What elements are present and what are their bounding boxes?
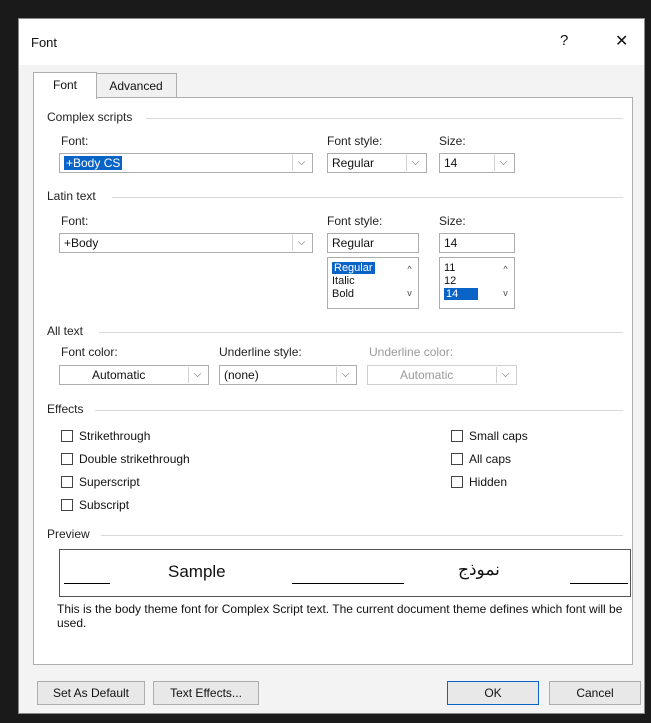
chevron-down-icon[interactable]: ⌵ bbox=[496, 367, 514, 383]
subscript-checkbox[interactable] bbox=[61, 499, 73, 511]
list-item[interactable]: Bold bbox=[330, 288, 356, 301]
preview-line bbox=[64, 583, 110, 584]
title-bar: Font ? ✕ bbox=[19, 19, 644, 65]
latin-style-label: Font style: bbox=[327, 214, 383, 228]
preview-box: Sample نموذج bbox=[59, 549, 631, 597]
complex-size-label: Size: bbox=[439, 134, 466, 148]
scroll-up-icon[interactable]: ^ bbox=[499, 264, 512, 274]
double-strikethrough-label[interactable]: Double strikethrough bbox=[79, 452, 190, 466]
latin-font-value: +Body bbox=[64, 236, 99, 250]
latin-size-input[interactable]: 14 bbox=[439, 233, 515, 253]
chevron-down-icon[interactable]: ⌵ bbox=[494, 155, 512, 171]
preview-sample-latin: Sample bbox=[168, 562, 226, 581]
latin-size-value: 14 bbox=[444, 236, 458, 250]
chevron-down-icon[interactable]: ⌵ bbox=[292, 155, 310, 171]
preview-line bbox=[570, 583, 628, 584]
list-item[interactable]: Italic bbox=[330, 275, 357, 288]
cancel-button[interactable]: Cancel bbox=[549, 681, 641, 705]
latin-size-label: Size: bbox=[439, 214, 466, 228]
group-divider bbox=[146, 118, 623, 119]
subscript-label[interactable]: Subscript bbox=[79, 498, 129, 512]
strikethrough-label[interactable]: Strikethrough bbox=[79, 429, 150, 443]
tab-advanced-label: Advanced bbox=[109, 79, 163, 93]
font-color-combo[interactable]: Automatic ⌵ bbox=[59, 365, 209, 385]
preview-description: This is the body theme font for Complex … bbox=[57, 602, 623, 630]
close-icon[interactable]: ✕ bbox=[615, 31, 628, 51]
latin-size-list[interactable]: 11 12 14 ^ v bbox=[439, 257, 515, 309]
group-divider bbox=[95, 410, 623, 411]
tab-font-label: Font bbox=[52, 78, 77, 92]
group-divider bbox=[99, 332, 623, 333]
set-as-default-button[interactable]: Set As Default bbox=[37, 681, 145, 705]
list-item[interactable]: Regular bbox=[330, 262, 377, 275]
complex-font-label: Font: bbox=[61, 134, 89, 148]
group-divider bbox=[101, 535, 623, 536]
underline-style-value: (none) bbox=[224, 368, 259, 382]
superscript-checkbox[interactable] bbox=[61, 476, 73, 488]
latin-style-value: Regular bbox=[332, 236, 375, 250]
text-effects-button[interactable]: Text Effects... bbox=[153, 681, 259, 705]
effects-heading: Effects bbox=[47, 402, 84, 416]
complex-size-value: 14 bbox=[444, 156, 458, 170]
list-item[interactable]: 12 bbox=[442, 275, 458, 288]
chevron-down-icon[interactable]: ⌵ bbox=[188, 367, 206, 383]
underline-style-label: Underline style: bbox=[219, 345, 302, 359]
small-caps-checkbox[interactable] bbox=[451, 430, 463, 442]
complex-size-combo[interactable]: 14 ⌵ bbox=[439, 153, 515, 173]
ok-button[interactable]: OK bbox=[447, 681, 539, 705]
hidden-checkbox[interactable] bbox=[451, 476, 463, 488]
preview-line bbox=[292, 583, 404, 584]
font-color-label: Font color: bbox=[61, 345, 118, 359]
complex-font-combo[interactable]: +Body CS ⌵ bbox=[59, 153, 313, 173]
preview-sample-arabic: نموذج bbox=[458, 560, 500, 580]
latin-font-label: Font: bbox=[61, 214, 89, 228]
double-strikethrough-checkbox[interactable] bbox=[61, 453, 73, 465]
font-dialog: Font ? ✕ Font Advanced Complex scripts F… bbox=[18, 18, 645, 714]
all-caps-checkbox[interactable] bbox=[451, 453, 463, 465]
underline-color-combo[interactable]: Automatic ⌵ bbox=[367, 365, 517, 385]
latin-text-heading: Latin text bbox=[47, 189, 96, 203]
dialog-title: Font bbox=[31, 35, 58, 50]
help-icon[interactable]: ? bbox=[560, 32, 568, 49]
group-divider bbox=[112, 197, 623, 198]
strikethrough-checkbox[interactable] bbox=[61, 430, 73, 442]
underline-color-value: Automatic bbox=[400, 368, 454, 382]
latin-style-input[interactable]: Regular bbox=[327, 233, 419, 253]
list-item[interactable]: 11 bbox=[442, 262, 457, 275]
underline-color-label: Underline color: bbox=[369, 345, 454, 359]
scroll-up-icon[interactable]: ^ bbox=[403, 264, 416, 274]
tab-font[interactable]: Font bbox=[33, 72, 97, 99]
superscript-label[interactable]: Superscript bbox=[79, 475, 140, 489]
chevron-down-icon[interactable]: ⌵ bbox=[336, 367, 354, 383]
scroll-down-icon[interactable]: v bbox=[499, 288, 512, 298]
preview-heading: Preview bbox=[47, 527, 90, 541]
hidden-label[interactable]: Hidden bbox=[469, 475, 507, 489]
complex-font-value: +Body CS bbox=[64, 156, 123, 170]
tab-advanced[interactable]: Advanced bbox=[95, 73, 177, 98]
all-text-heading: All text bbox=[47, 324, 84, 338]
underline-style-combo[interactable]: (none) ⌵ bbox=[219, 365, 357, 385]
font-color-value: Automatic bbox=[92, 368, 146, 382]
complex-style-combo[interactable]: Regular ⌵ bbox=[327, 153, 427, 173]
scroll-down-icon[interactable]: v bbox=[403, 288, 416, 298]
small-caps-label[interactable]: Small caps bbox=[469, 429, 528, 443]
latin-style-list[interactable]: Regular Italic Bold ^ v bbox=[327, 257, 419, 309]
complex-style-value: Regular bbox=[332, 156, 375, 170]
list-item[interactable]: 14 bbox=[442, 288, 480, 301]
chevron-down-icon[interactable]: ⌵ bbox=[292, 235, 310, 251]
complex-style-label: Font style: bbox=[327, 134, 383, 148]
all-caps-label[interactable]: All caps bbox=[469, 452, 511, 466]
chevron-down-icon[interactable]: ⌵ bbox=[406, 155, 424, 171]
complex-scripts-heading: Complex scripts bbox=[47, 110, 133, 124]
latin-font-combo[interactable]: +Body ⌵ bbox=[59, 233, 313, 253]
